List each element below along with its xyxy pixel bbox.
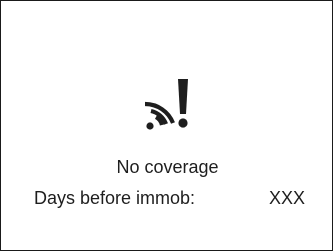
status-message: No coverage [116, 157, 219, 177]
days-before-immob-label: Days before immob: [34, 188, 196, 208]
device-screen: No coverage Days before immob: XXX [0, 0, 333, 251]
days-before-immob-value: XXX [269, 188, 306, 208]
immobilization-row: Days before immob: XXX [1, 187, 333, 209]
exclamation-dot [178, 118, 188, 128]
exclamation-bar [178, 79, 188, 114]
no-coverage-warning-icon [140, 77, 198, 131]
signal-dot [146, 122, 154, 130]
